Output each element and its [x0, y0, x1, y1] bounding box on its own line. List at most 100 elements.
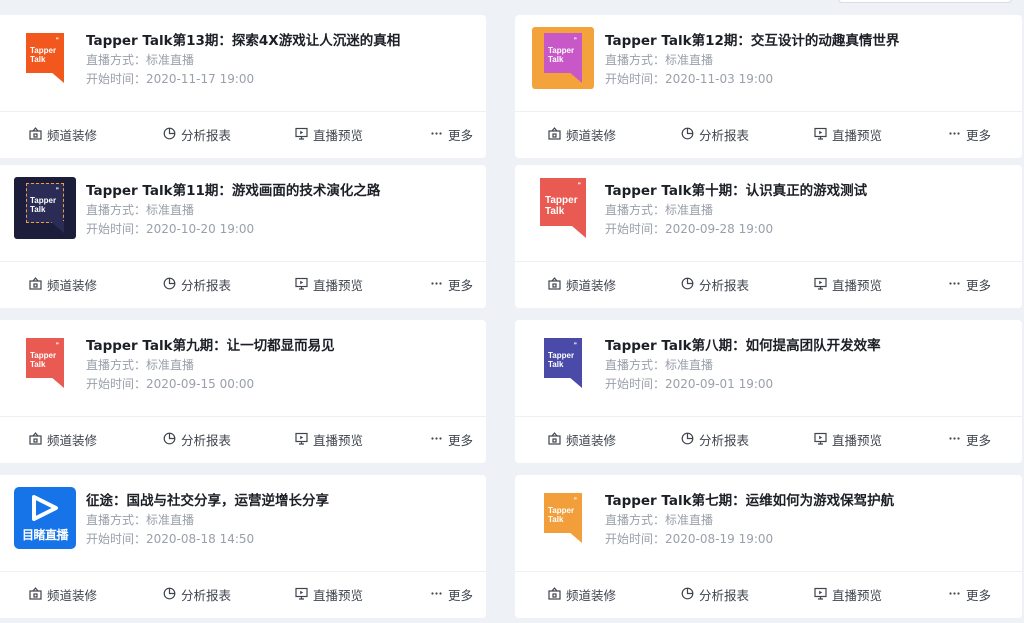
- live-thumbnail[interactable]: ❞ Tapper Talk: [532, 27, 594, 89]
- analytics-report-button[interactable]: 分析报表: [163, 430, 231, 449]
- analytics-report-button[interactable]: 分析报表: [681, 430, 749, 449]
- ellipsis-icon: [948, 587, 961, 603]
- channel-decorate-button[interactable]: 频道装修: [29, 585, 97, 604]
- channel-decorate-button[interactable]: 频道装修: [548, 275, 616, 294]
- pie-chart-icon: [681, 277, 694, 293]
- analytics-report-button[interactable]: 分析报表: [681, 275, 749, 294]
- ellipsis-icon: [430, 277, 443, 293]
- divider: [0, 261, 486, 262]
- live-card[interactable]: ❞ Tapper Talk Tapper Talk第七期：运维如何为游戏保驾护航 …: [515, 475, 1022, 618]
- live-card[interactable]: 目睹直播 征途：国战与社交分享，运营逆增长分享 直播方式：标准直播 开始时间：2…: [0, 475, 486, 618]
- pie-chart-icon: [163, 587, 176, 603]
- live-start-time: 开始时间：2020-09-15 00:00: [86, 377, 255, 391]
- tapper-talk-logo: ❞ Tapper Talk: [540, 178, 586, 238]
- live-card[interactable]: ❞ Tapper Talk Tapper Talk第九期：让一切都显而易见 直播方…: [0, 320, 486, 463]
- store-icon: [29, 431, 42, 448]
- live-thumbnail[interactable]: 目睹直播: [14, 487, 76, 549]
- live-preview-button[interactable]: 直播预览: [814, 125, 882, 144]
- live-title[interactable]: 征途：国战与社交分享，运营逆增长分享: [86, 489, 329, 509]
- live-thumbnail[interactable]: ❞ Tapper Talk: [532, 177, 594, 239]
- analytics-report-button[interactable]: 分析报表: [163, 125, 231, 144]
- pie-chart-icon: [681, 587, 694, 603]
- more-button[interactable]: 更多: [948, 585, 991, 604]
- more-button[interactable]: 更多: [948, 125, 991, 144]
- more-button[interactable]: 更多: [948, 275, 991, 294]
- pie-chart-icon: [681, 127, 694, 143]
- live-title[interactable]: Tapper Talk第11期：游戏画面的技术演化之路: [86, 179, 380, 199]
- tapper-talk-logo: ❞ Tapper Talk: [544, 493, 582, 543]
- analytics-report-button[interactable]: 分析报表: [681, 125, 749, 144]
- divider: [515, 261, 1022, 262]
- live-start-time: 开始时间：2020-08-19 19:00: [605, 532, 774, 546]
- live-mode: 直播方式：标准直播: [605, 358, 714, 372]
- live-thumbnail[interactable]: ❞ Tapper Talk: [14, 27, 76, 89]
- analytics-report-button[interactable]: 分析报表: [163, 275, 231, 294]
- live-preview-button[interactable]: 直播预览: [814, 430, 882, 449]
- live-card[interactable]: ❞ Tapper Talk Tapper Talk第十期：认识真正的游戏测试 直播…: [515, 165, 1022, 308]
- live-title[interactable]: Tapper Talk第七期：运维如何为游戏保驾护航: [605, 489, 894, 509]
- more-button[interactable]: 更多: [430, 125, 473, 144]
- top-partial-button[interactable]: [838, 0, 1012, 3]
- ellipsis-icon: [430, 587, 443, 603]
- live-preview-button[interactable]: 直播预览: [295, 430, 363, 449]
- mudu-live-logo: 目睹直播: [14, 487, 76, 549]
- channel-decorate-button[interactable]: 频道装修: [548, 585, 616, 604]
- monitor-play-icon: [295, 127, 308, 143]
- tapper-talk-logo: ❞ Tapper Talk: [26, 183, 64, 233]
- live-preview-button[interactable]: 直播预览: [295, 125, 363, 144]
- more-button[interactable]: 更多: [430, 430, 473, 449]
- live-thumbnail[interactable]: ❞ Tapper Talk: [14, 177, 76, 239]
- store-icon: [548, 586, 561, 603]
- live-preview-button[interactable]: 直播预览: [814, 585, 882, 604]
- more-button[interactable]: 更多: [948, 430, 991, 449]
- analytics-report-button[interactable]: 分析报表: [163, 585, 231, 604]
- live-card[interactable]: ❞ Tapper Talk Tapper Talk第11期：游戏画面的技术演化之路…: [0, 165, 486, 308]
- monitor-play-icon: [295, 587, 308, 603]
- pie-chart-icon: [163, 432, 176, 448]
- live-thumbnail[interactable]: ❞ Tapper Talk: [532, 332, 594, 394]
- ellipsis-icon: [948, 127, 961, 143]
- live-card[interactable]: ❞ Tapper Talk Tapper Talk第13期：探索4X游戏让人沉迷的…: [0, 15, 486, 158]
- live-mode: 直播方式：标准直播: [605, 203, 714, 217]
- monitor-play-icon: [295, 277, 308, 293]
- channel-decorate-button[interactable]: 频道装修: [548, 125, 616, 144]
- live-title[interactable]: Tapper Talk第13期：探索4X游戏让人沉迷的真相: [86, 29, 400, 49]
- tapper-talk-logo: ❞ Tapper Talk: [26, 33, 64, 83]
- channel-decorate-button[interactable]: 频道装修: [29, 125, 97, 144]
- more-button[interactable]: 更多: [430, 275, 473, 294]
- live-preview-button[interactable]: 直播预览: [814, 275, 882, 294]
- live-start-time: 开始时间：2020-11-17 19:00: [86, 72, 255, 86]
- live-mode: 直播方式：标准直播: [86, 358, 195, 372]
- store-icon: [29, 126, 42, 143]
- live-start-time: 开始时间：2020-08-18 14:50: [86, 532, 255, 546]
- live-card[interactable]: ❞ Tapper Talk Tapper Talk第八期：如何提高团队开发效率 直…: [515, 320, 1022, 463]
- live-mode: 直播方式：标准直播: [605, 53, 714, 67]
- live-card[interactable]: ❞ Tapper Talk Tapper Talk第12期：交互设计的动趣真情世界…: [515, 15, 1022, 158]
- pie-chart-icon: [163, 277, 176, 293]
- live-preview-button[interactable]: 直播预览: [295, 585, 363, 604]
- live-title[interactable]: Tapper Talk第12期：交互设计的动趣真情世界: [605, 29, 899, 49]
- live-preview-button[interactable]: 直播预览: [295, 275, 363, 294]
- monitor-play-icon: [814, 587, 827, 603]
- divider: [0, 111, 486, 112]
- live-thumbnail[interactable]: ❞ Tapper Talk: [532, 487, 594, 549]
- store-icon: [29, 586, 42, 603]
- analytics-report-button[interactable]: 分析报表: [681, 585, 749, 604]
- monitor-play-icon: [814, 277, 827, 293]
- live-start-time: 开始时间：2020-09-28 19:00: [605, 222, 774, 236]
- tapper-talk-logo: ❞ Tapper Talk: [26, 338, 64, 388]
- divider: [515, 111, 1022, 112]
- live-mode: 直播方式：标准直播: [605, 513, 714, 527]
- live-thumbnail[interactable]: ❞ Tapper Talk: [14, 332, 76, 394]
- store-icon: [548, 126, 561, 143]
- live-title[interactable]: Tapper Talk第九期：让一切都显而易见: [86, 334, 335, 354]
- channel-decorate-button[interactable]: 频道装修: [548, 430, 616, 449]
- live-title[interactable]: Tapper Talk第八期：如何提高团队开发效率: [605, 334, 881, 354]
- more-button[interactable]: 更多: [430, 585, 473, 604]
- store-icon: [548, 431, 561, 448]
- live-mode: 直播方式：标准直播: [86, 203, 195, 217]
- live-title[interactable]: Tapper Talk第十期：认识真正的游戏测试: [605, 179, 867, 199]
- monitor-play-icon: [814, 127, 827, 143]
- channel-decorate-button[interactable]: 频道装修: [29, 275, 97, 294]
- channel-decorate-button[interactable]: 频道装修: [29, 430, 97, 449]
